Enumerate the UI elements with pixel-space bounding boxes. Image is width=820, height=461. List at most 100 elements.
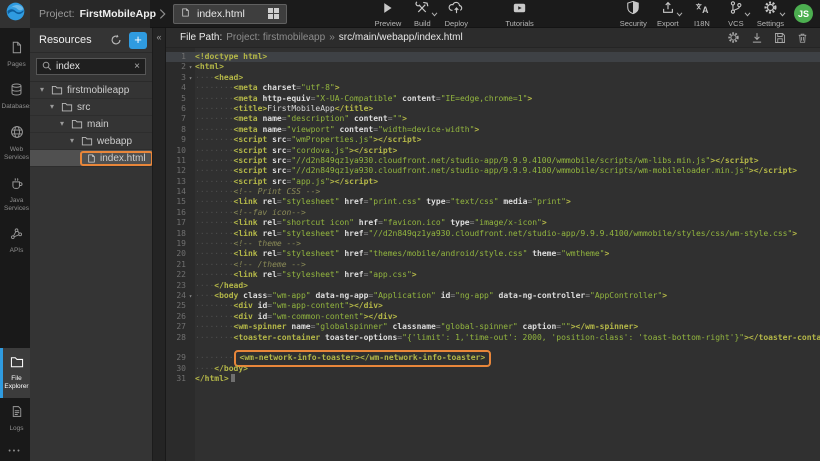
code-line-27[interactable]: 27········<wm-spinner name="globalspinne… <box>166 322 820 332</box>
tab-index-html[interactable]: index.html <box>173 4 287 24</box>
tree-node-main[interactable]: ▾main <box>30 116 152 133</box>
code-line-19[interactable]: 19········<!-- theme --> <box>166 239 820 249</box>
toolbar-security-button[interactable]: Security <box>620 3 647 28</box>
code-line-29[interactable]: 29········<wm-network-info-toaster></wm-… <box>166 353 820 363</box>
sidebar-item-logs[interactable]: Logs <box>0 398 30 440</box>
tree-node-firstmobileapp[interactable]: ▾firstmobileapp <box>30 82 152 99</box>
toolbar-tutorials-button[interactable]: Tutorials <box>505 3 533 28</box>
code-line-5[interactable]: 5········<meta http-equiv="X-UA-Compatib… <box>166 94 820 104</box>
code-line-4[interactable]: 4········<meta charset="utf-8"> <box>166 83 820 93</box>
code-line-16[interactable]: 16········<!--fav icon--> <box>166 208 820 218</box>
caret-down-icon[interactable]: ▾ <box>70 137 77 145</box>
toolbar-item-label: Tutorials <box>505 19 533 28</box>
line-number: 24 <box>166 291 186 301</box>
line-number: 17 <box>166 218 186 228</box>
code-line-1[interactable]: 1<!doctype html> <box>166 52 820 62</box>
code-line-3[interactable]: 3▾····<head> <box>166 73 820 83</box>
code-line-23[interactable]: 23····</head> <box>166 281 820 291</box>
code-line-18[interactable]: 18········<link rel="stylesheet" href="/… <box>166 229 820 239</box>
sidebar-item-apis[interactable]: APIs <box>0 220 30 262</box>
code-text: ········<!--fav icon--> <box>195 208 820 218</box>
fold-gutter <box>186 146 195 156</box>
toolbar-preview-button[interactable]: Preview <box>375 3 402 28</box>
selected-node-box: index.html <box>80 151 153 166</box>
code-line-28[interactable]: 28········<toaster-container toaster-opt… <box>166 333 820 343</box>
line-number: 4 <box>166 83 186 93</box>
trash-icon[interactable] <box>797 32 808 44</box>
code-text: ····<head> <box>195 73 820 83</box>
sidebar-item-web-services[interactable]: Web Services <box>0 118 30 169</box>
resources-search-row: × <box>30 53 152 82</box>
caret-down-icon[interactable]: ▾ <box>60 120 67 128</box>
svg-text:A: A <box>702 4 709 14</box>
sidebar-overflow-button[interactable]: ••• <box>0 440 30 461</box>
fold-gutter <box>186 177 195 187</box>
databases-icon <box>10 83 23 101</box>
line-number: 5 <box>166 94 186 104</box>
tree-node-src[interactable]: ▾src <box>30 99 152 116</box>
file-explorer-icon <box>10 355 24 373</box>
code-text: ········<toaster-container toaster-optio… <box>195 333 820 343</box>
code-line-31[interactable]: 31</html> <box>166 374 820 384</box>
code-line-30[interactable]: 30····</body> <box>166 364 820 374</box>
filepath-project: Project: firstmobileapp <box>226 32 325 43</box>
wavemaker-logo-icon <box>6 2 25 26</box>
toolbar-vcs-button[interactable]: VCS <box>723 3 749 28</box>
fold-gutter <box>186 270 195 280</box>
code-line-24[interactable]: 24▾····<body class="wm-app" data-ng-app=… <box>166 291 820 301</box>
fold-gutter <box>186 187 195 197</box>
caret-down-icon[interactable]: ▾ <box>40 86 47 94</box>
grid-view-icon[interactable] <box>268 8 279 19</box>
code-line-20[interactable]: 20········<link rel="stylesheet" href="t… <box>166 249 820 259</box>
code-line-10[interactable]: 10········<script src="cordova.js"></scr… <box>166 146 820 156</box>
fold-caret-icon[interactable]: ▾ <box>186 291 195 301</box>
gear-icon[interactable] <box>727 31 740 44</box>
user-avatar[interactable]: JS <box>794 4 813 23</box>
download-icon[interactable] <box>751 32 763 44</box>
save-icon[interactable] <box>774 32 786 44</box>
caret-down-icon <box>676 12 683 17</box>
code-line-11[interactable]: 11········<script src="//d2n849qz1ya930.… <box>166 156 820 166</box>
toolbar-build-button[interactable]: Build <box>409 3 435 28</box>
code-line-26[interactable]: 26········<div id="wm-common-content"></… <box>166 312 820 322</box>
file-icon <box>181 5 190 23</box>
toolbar-i18n-button[interactable]: AI18N <box>689 3 715 28</box>
clear-search-icon[interactable]: × <box>134 62 140 72</box>
toolbar-settings-button[interactable]: Settings <box>757 3 784 28</box>
sidebar-item-file-explorer[interactable]: File Explorer <box>0 348 30 398</box>
code-line-6[interactable]: 6········<title>FirstMobileApp</title> <box>166 104 820 114</box>
refresh-icon[interactable] <box>110 34 122 46</box>
sidebar-item-java-services[interactable]: Java Services <box>0 170 30 220</box>
sidebar-item-databases[interactable]: Databases <box>0 76 30 118</box>
tree-node-webapp[interactable]: ▾webapp <box>30 133 152 150</box>
sidebar-item-pages[interactable]: Pages <box>0 34 30 76</box>
code-line-17[interactable]: 17········<link rel="shortcut icon" href… <box>166 218 820 228</box>
fold-caret-icon[interactable]: ▾ <box>186 73 195 83</box>
code-line-22[interactable]: 22········<link rel="stylesheet" href="a… <box>166 270 820 280</box>
code-line-21[interactable]: 21········<!-- /theme --> <box>166 260 820 270</box>
add-resource-button[interactable]: + <box>129 32 147 49</box>
caret-down-icon[interactable]: ▾ <box>50 103 57 111</box>
toolbar-export-button[interactable]: Export <box>655 3 681 28</box>
code-line-2[interactable]: 2▾<html> <box>166 62 820 72</box>
code-line-9[interactable]: 9········<script src="wmProperties.js"><… <box>166 135 820 145</box>
code-line-12[interactable]: 12········<script src="//d2n849qz1ya930.… <box>166 166 820 176</box>
code-line-7[interactable]: 7········<meta name="description" conten… <box>166 114 820 124</box>
code-line-8[interactable]: 8········<meta name="viewport" content="… <box>166 125 820 135</box>
filepath-actions <box>727 31 808 44</box>
fold-gutter <box>186 322 195 332</box>
search-input[interactable] <box>56 61 130 72</box>
code-line-25[interactable]: 25········<div id="wm-app-content"></div… <box>166 301 820 311</box>
app-logo[interactable] <box>0 0 30 28</box>
fold-gutter <box>186 156 195 166</box>
collapse-panel-icon[interactable]: « <box>153 28 165 42</box>
fold-caret-icon[interactable]: ▾ <box>186 62 195 72</box>
tree-node-index.html[interactable]: index.html <box>30 150 152 167</box>
code-editor[interactable]: 1<!doctype html>2▾<html>3▾····<head>4···… <box>166 48 820 461</box>
toolbar-deploy-button[interactable]: Deploy <box>443 3 469 28</box>
code-line-15[interactable]: 15········<link rel="stylesheet" href="p… <box>166 197 820 207</box>
filepath-label: File Path: <box>180 32 222 43</box>
topbar: Project: FirstMobileApp index.html Previ… <box>0 0 820 28</box>
code-line-13[interactable]: 13········<script src="app.js"></script> <box>166 177 820 187</box>
code-line-14[interactable]: 14········<!-- Print CSS --> <box>166 187 820 197</box>
